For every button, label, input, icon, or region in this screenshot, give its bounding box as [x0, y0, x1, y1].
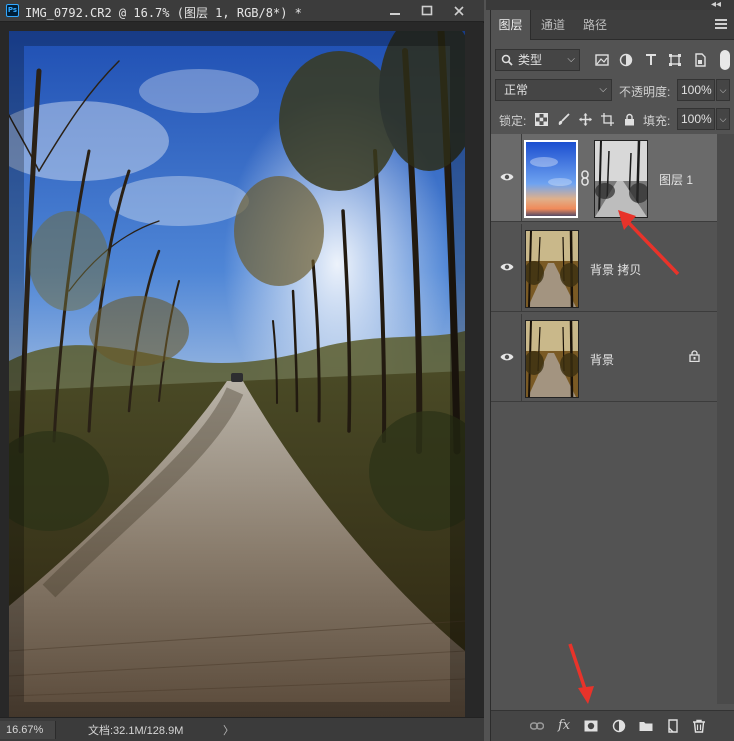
lock-icon[interactable] [689, 350, 700, 362]
filter-kind-value: 类型 [518, 53, 543, 67]
chevron-down-icon: ⌵ [599, 84, 607, 95]
lock-artboard-icon[interactable] [601, 113, 614, 126]
visibility-column [491, 224, 522, 312]
layer-name[interactable]: 背景 [590, 351, 614, 368]
road-thumbnail-image [526, 231, 578, 307]
photo-forest-road[interactable] [9, 31, 465, 717]
delete-layer-trash-icon[interactable] [692, 719, 706, 733]
link-layers-icon[interactable] [530, 719, 544, 733]
layer-row[interactable]: 背景 拷贝 [491, 224, 717, 312]
opacity-dropdown-chevron-icon[interactable]: ⌵ [716, 79, 730, 101]
panel-tab-bar: 图层 通道 路径 [491, 10, 734, 40]
lock-position-icon[interactable] [579, 113, 592, 126]
filter-kind-select[interactable]: 类型 ⌵ [495, 49, 580, 71]
sky-thumbnail-image [526, 142, 576, 216]
opacity-label: 不透明度: [619, 85, 671, 99]
maximize-button[interactable] [411, 0, 443, 22]
document-size-info: 文档:32.1M/128.9M [88, 725, 184, 737]
blend-mode-value: 正常 [504, 83, 529, 97]
minimize-icon [390, 13, 400, 15]
new-group-folder-icon[interactable] [639, 719, 653, 733]
lock-row: 锁定: 填充: 100% ⌵ [491, 105, 734, 133]
document-title-bar[interactable]: Ps IMG_0792.CR2 @ 16.7% (图层 1, RGB/8*) * [0, 0, 484, 22]
add-layer-mask-icon[interactable] [584, 719, 598, 733]
shape-layer-filter-icon[interactable] [668, 53, 682, 67]
document-window: Ps IMG_0792.CR2 @ 16.7% (图层 1, RGB/8*) * [0, 0, 484, 741]
new-layer-icon[interactable] [666, 719, 680, 733]
visibility-column [491, 134, 522, 222]
document-canvas[interactable] [0, 23, 484, 717]
eye-icon[interactable] [500, 172, 514, 182]
collapse-panels-icon[interactable]: ◂◂ [711, 0, 721, 10]
blend-mode-select[interactable]: 正常 ⌵ [495, 79, 612, 101]
layer-thumbnail[interactable] [525, 320, 579, 398]
new-adjustment-layer-icon[interactable] [612, 719, 626, 733]
eye-icon[interactable] [500, 262, 514, 272]
tab-layers[interactable]: 图层 [491, 10, 531, 40]
road-thumbnail-image [526, 321, 578, 397]
lock-image-pixels-icon[interactable] [557, 113, 570, 126]
layer-row[interactable]: 背景 [491, 314, 717, 402]
layers-panel-footer: fx [491, 710, 734, 741]
layer-filter-row: 类型 ⌵ [491, 40, 734, 72]
adjustment-layer-filter-icon[interactable] [619, 53, 633, 67]
type-layer-filter-icon[interactable] [644, 53, 658, 67]
fill-label: 填充: [643, 114, 671, 128]
close-icon [454, 6, 464, 16]
opacity-input[interactable]: 100% [677, 79, 715, 101]
document-title: IMG_0792.CR2 @ 16.7% (图层 1, RGB/8*) * [25, 6, 302, 20]
visibility-column [491, 314, 522, 402]
fill-dropdown-chevron-icon[interactable]: ⌵ [716, 108, 730, 130]
layer-thumbnail[interactable] [525, 230, 579, 308]
tab-channels[interactable]: 通道 [535, 10, 571, 40]
chevron-down-icon: ⌵ [567, 54, 575, 65]
layer-list: 图层 1 背景 拷贝 背景 [491, 134, 717, 704]
eye-icon[interactable] [500, 352, 514, 362]
search-icon [501, 54, 513, 66]
annotation-arrow-to-mask-icon [618, 210, 680, 276]
pixel-layer-filter-icon[interactable] [595, 53, 609, 67]
annotation-arrow-to-mask-button-icon [568, 643, 594, 704]
layer-name[interactable]: 图层 1 [659, 171, 693, 188]
maximize-icon [421, 5, 433, 16]
zoom-level-field[interactable]: 16.67% [0, 721, 56, 739]
forest-road-image [9, 31, 465, 717]
document-status-bar: 16.67% 文档:32.1M/128.9M 〉 [0, 717, 484, 741]
filter-toggle-switch[interactable] [720, 50, 730, 70]
photoshop-window: Ps IMG_0792.CR2 @ 16.7% (图层 1, RGB/8*) * [0, 0, 734, 741]
mask-link-chain-icon[interactable] [580, 170, 590, 186]
lock-transparent-pixels-icon[interactable] [535, 113, 548, 126]
lock-label: 锁定: [499, 114, 527, 128]
blend-row: 正常 ⌵ 不透明度: 100% ⌵ [491, 76, 734, 104]
photoshop-document-icon: Ps [6, 4, 19, 17]
lock-all-icon[interactable] [623, 113, 636, 126]
layers-panel: 图层 通道 路径 类型 ⌵ 正常 ⌵ 不透明度: 100% ⌵ 锁定: 填充: … [490, 10, 734, 741]
layer-row[interactable]: 图层 1 [491, 134, 717, 222]
layer-list-scrollbar[interactable] [717, 134, 734, 704]
panel-header-strip [486, 0, 734, 10]
layer-thumbnail[interactable] [524, 140, 578, 218]
smart-object-filter-icon[interactable] [693, 53, 707, 67]
layer-style-fx-icon[interactable]: fx [558, 719, 572, 733]
status-menu-arrow[interactable]: 〉 [223, 722, 234, 738]
close-button[interactable] [443, 0, 475, 22]
minimize-button[interactable] [379, 0, 411, 22]
tab-paths[interactable]: 路径 [577, 10, 613, 40]
fill-input[interactable]: 100% [677, 108, 715, 130]
panel-menu-icon[interactable] [715, 19, 727, 31]
